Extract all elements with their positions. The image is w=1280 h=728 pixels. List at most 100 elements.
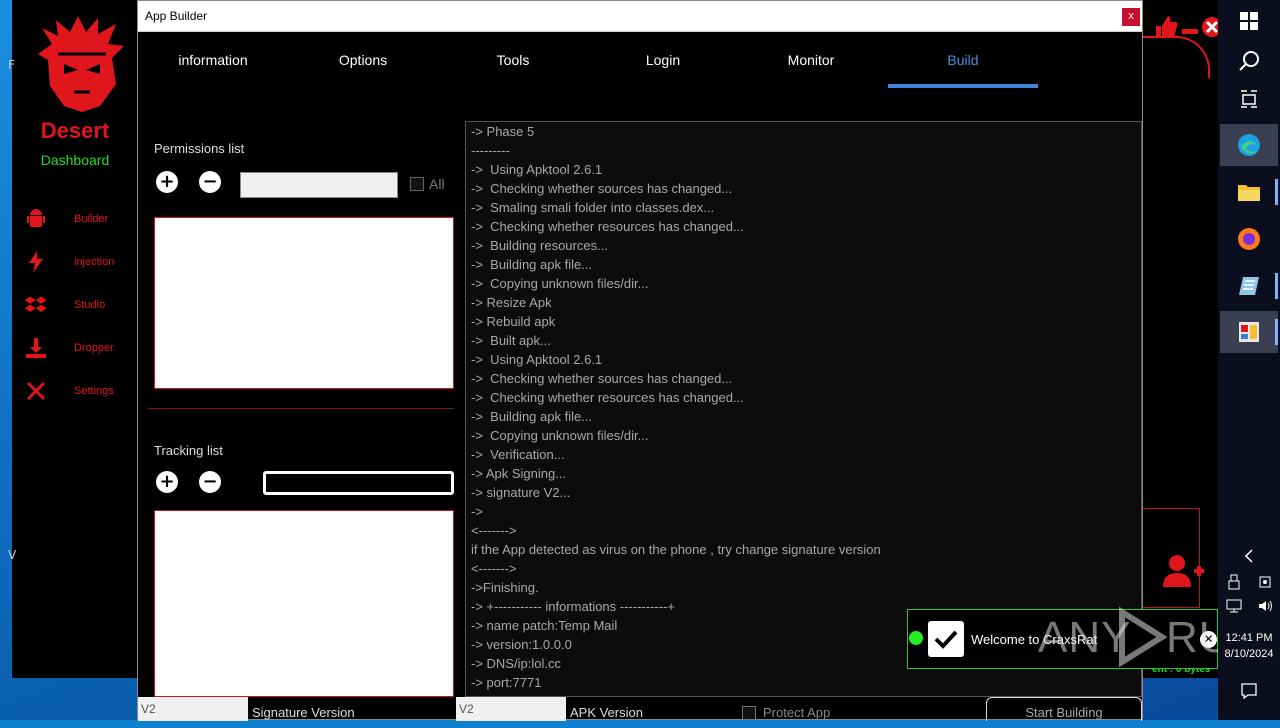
task-view-icon: [1241, 90, 1257, 108]
nav-item-label: Studio: [74, 299, 106, 311]
tracking-input[interactable]: [263, 471, 454, 495]
network-icon[interactable]: [1226, 598, 1242, 614]
all-checkbox[interactable]: [410, 177, 424, 191]
taskbar-edge[interactable]: [1220, 124, 1278, 166]
log-line: <------->: [471, 523, 517, 538]
tab-monitor[interactable]: Monitor: [736, 32, 886, 88]
status-dot: [909, 631, 923, 645]
nav-item-injection[interactable]: injection: [22, 247, 138, 277]
taskbar-craxsrat[interactable]: [1220, 311, 1278, 353]
device-icon[interactable]: [1258, 574, 1272, 590]
windows-icon: [1240, 12, 1258, 30]
log-line: -> Copying unknown files/dir...: [471, 428, 649, 443]
running-indicator: [1275, 179, 1278, 205]
chevron-left-icon: [1244, 549, 1253, 563]
log-line: -> Using Apktool 2.6.1: [471, 162, 603, 177]
minimize-icon[interactable]: [1182, 29, 1198, 34]
running-indicator: [1275, 319, 1278, 345]
firefox-icon: [1238, 228, 1260, 250]
edge-text-2: V: [8, 548, 17, 562]
log-line: -> Building resources...: [471, 238, 608, 253]
close-button[interactable]: x: [1122, 8, 1140, 26]
tab-options[interactable]: Options: [288, 32, 438, 88]
tray-row-2: [1218, 598, 1280, 614]
tab-login[interactable]: Login: [588, 32, 738, 88]
clock-time: 12:41 PM: [1225, 632, 1273, 644]
nav-item-settings[interactable]: Settings: [22, 376, 138, 406]
log-line: -> Built apk...: [471, 333, 551, 348]
nav-item-builder[interactable]: Builder: [22, 204, 138, 234]
start-building-button[interactable]: Start Building: [986, 697, 1142, 721]
log-line: -> Building apk file...: [471, 409, 593, 424]
log-line: -> Resize Apk: [471, 295, 552, 310]
apk-version-select[interactable]: V2: [456, 697, 566, 721]
background-sidebar: Desert Dashboard Builder injection Studi…: [12, 0, 138, 678]
remove-tracking-button[interactable]: −: [199, 471, 221, 493]
log-line: -> Checking whether resources has change…: [471, 219, 744, 234]
start-button[interactable]: [1220, 0, 1278, 42]
notification-button[interactable]: [1218, 682, 1280, 700]
log-line: -> Apk Signing...: [471, 466, 567, 481]
signature-version-select[interactable]: V2: [138, 697, 248, 721]
brand-subtitle: Dashboard: [40, 152, 110, 168]
toast-message: Welcome to CraxsRat: [971, 632, 1098, 647]
app-window-icon: [1239, 322, 1259, 342]
permission-select[interactable]: [240, 172, 398, 198]
download-icon: [26, 338, 46, 358]
signature-version-label: Signature Version: [252, 705, 355, 720]
add-user-icon[interactable]: [1162, 553, 1206, 589]
nav-item-studio[interactable]: Studio: [22, 290, 138, 320]
usb-icon[interactable]: [1227, 574, 1241, 590]
remove-permission-button[interactable]: −: [199, 171, 221, 193]
log-line: -> Building apk file...: [471, 257, 593, 272]
checkmark-icon: [928, 621, 964, 657]
bottom-bar: V2 Signature Version V2 APK Version Prot…: [138, 697, 1142, 721]
log-line: -> signature V2...: [471, 485, 571, 500]
log-line: -> Phase 5: [471, 124, 535, 139]
nav-item-dropper[interactable]: Dropper: [22, 333, 138, 363]
tab-build[interactable]: Build: [888, 32, 1038, 88]
tray-row-1: [1218, 574, 1280, 590]
search-button[interactable]: [1220, 40, 1278, 82]
edge-icon: [1238, 134, 1260, 156]
section-divider: [148, 408, 454, 409]
background-add-user-card: [1142, 508, 1204, 608]
log-line: -> Verification...: [471, 447, 565, 462]
nav-item-label: Dropper: [74, 342, 114, 354]
window-title: App Builder: [145, 9, 208, 23]
tray-chevron[interactable]: [1218, 548, 1280, 564]
all-checkbox-label: All: [429, 176, 445, 192]
taskbar-explorer[interactable]: [1220, 171, 1278, 213]
taskbar: 12:41 PM 8/10/2024: [1218, 0, 1280, 720]
log-line: <------->: [471, 561, 517, 576]
welcome-toast: Welcome to CraxsRat ✕: [907, 609, 1218, 669]
brand-title: Desert: [40, 118, 110, 143]
add-permission-button[interactable]: +: [156, 171, 178, 193]
android-icon: [27, 209, 45, 227]
log-line: -> Using Apktool 2.6.1: [471, 352, 603, 367]
nav-item-label: Settings: [74, 385, 114, 397]
clock[interactable]: 12:41 PM 8/10/2024: [1218, 630, 1280, 662]
add-tracking-button[interactable]: +: [156, 471, 178, 493]
tracking-listbox[interactable]: [154, 510, 454, 697]
bolt-icon: [29, 251, 43, 273]
tab-tools[interactable]: Tools: [438, 32, 588, 88]
tools-icon: [27, 382, 45, 400]
log-line: -> port:7771: [471, 675, 542, 690]
dropbox-icon: [24, 296, 47, 312]
log-line: ---------: [471, 143, 510, 158]
taskbar-firefox[interactable]: [1220, 218, 1278, 260]
taskbar-app[interactable]: [1220, 265, 1278, 307]
protect-app-checkbox[interactable]: [742, 706, 756, 720]
title-bar[interactable]: App Builder x: [138, 1, 1142, 32]
search-icon: [1239, 51, 1259, 71]
permissions-listbox[interactable]: [154, 217, 454, 389]
toast-close-icon[interactable]: ✕: [1200, 631, 1217, 648]
tab-bar: information Options Tools Login Monitor …: [138, 32, 1142, 88]
volume-icon[interactable]: [1257, 598, 1273, 614]
notification-icon: [1241, 683, 1257, 700]
log-line: -> Checking whether sources has changed.…: [471, 371, 733, 386]
task-view-button[interactable]: [1220, 78, 1278, 120]
like-icon[interactable]: [1156, 16, 1178, 38]
tab-information[interactable]: information: [138, 32, 288, 88]
